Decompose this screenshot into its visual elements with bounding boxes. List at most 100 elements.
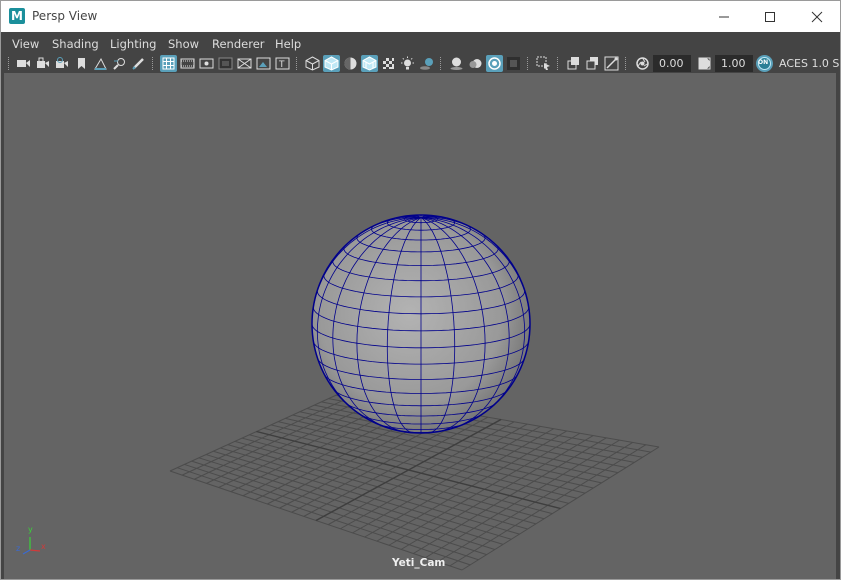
depth-of-field-button[interactable] <box>505 55 522 72</box>
two-d-pan-zoom-button[interactable] <box>111 55 128 72</box>
toolbar-separator <box>527 57 529 70</box>
xray-joints-icon <box>604 56 619 71</box>
toolbar-separator <box>152 57 154 70</box>
menu-renderer[interactable]: Renderer <box>212 37 265 51</box>
camera-name-label: Yeti_Cam <box>392 557 446 569</box>
xray-active-components-button[interactable] <box>584 55 601 72</box>
safe-title-button[interactable]: T <box>274 55 291 72</box>
wireframe-shaded-icon <box>362 56 377 71</box>
bookmark-button[interactable] <box>73 55 90 72</box>
wireframe-cube-icon <box>305 56 320 71</box>
checker-texture-icon <box>383 58 394 69</box>
xray-icon <box>567 57 579 70</box>
view-axis-indicator <box>22 537 41 555</box>
axis-z-line <box>22 549 31 555</box>
select-camera-button[interactable] <box>15 55 32 72</box>
gamma-icon <box>698 57 711 70</box>
grid-toggle-button[interactable] <box>160 55 177 72</box>
shadows-button[interactable] <box>418 55 435 72</box>
menu-bar: View Shading Lighting Show Renderer Help <box>1 32 840 54</box>
poly-sphere-mesh[interactable] <box>311 214 531 434</box>
minimize-button[interactable] <box>701 1 747 32</box>
shadow-icon <box>420 58 433 70</box>
pan-zoom-icon <box>113 58 125 70</box>
toolbar-separator <box>625 57 627 70</box>
svg-text:T: T <box>278 60 285 70</box>
menu-lighting[interactable]: Lighting <box>110 37 156 51</box>
maximize-icon <box>765 12 775 22</box>
axis-x-line <box>29 549 41 552</box>
axis-label-x: x <box>41 542 46 551</box>
xray-button[interactable] <box>565 55 582 72</box>
window-title: Persp View <box>32 9 98 23</box>
panel-toolbar: T 0.00 1.00 ON ACES 1.0 S <box>1 54 840 73</box>
film-gate-button[interactable] <box>179 55 196 72</box>
title-bar[interactable]: M Persp View <box>1 1 840 32</box>
menu-show[interactable]: Show <box>168 37 199 51</box>
close-button[interactable] <box>794 1 840 32</box>
toolbar-separator <box>296 57 298 70</box>
panel-border <box>836 73 840 579</box>
motion-blur-button[interactable] <box>467 55 484 72</box>
field-chart-icon <box>237 58 252 69</box>
light-bulb-icon <box>401 56 414 70</box>
motion-blur-icon <box>469 59 482 68</box>
maya-logo-icon: M <box>9 8 25 24</box>
safe-action-icon <box>256 57 271 70</box>
resolution-gate-icon <box>199 58 214 69</box>
color-space-label[interactable]: ACES 1.0 SDR-video <box>779 57 840 70</box>
color-management-toggle[interactable]: ON <box>756 55 773 72</box>
gate-mask-icon <box>218 57 233 70</box>
scene-canvas <box>22 214 660 571</box>
grid-icon <box>162 57 175 70</box>
toolbar-separator <box>8 57 10 70</box>
ambient-occlusion-icon <box>450 57 463 70</box>
default-material-button[interactable] <box>342 55 359 72</box>
wireframe-on-shaded-button[interactable] <box>361 55 378 72</box>
camera-attributes-button[interactable] <box>34 55 51 72</box>
isolate-select-button[interactable] <box>535 55 552 72</box>
safe-action-button[interactable] <box>255 55 272 72</box>
textured-button[interactable] <box>380 55 397 72</box>
axis-label-y: y <box>28 525 33 534</box>
toolbar-separator <box>557 57 559 70</box>
anti-aliasing-button[interactable] <box>486 55 503 72</box>
shaded-cube-icon <box>324 56 339 71</box>
camera-lock-icon <box>37 57 49 68</box>
xray-joints-button[interactable] <box>603 55 620 72</box>
menu-view[interactable]: View <box>12 37 39 51</box>
exposure-field[interactable]: 0.00 <box>653 55 691 72</box>
camera-bookmark-button[interactable] <box>53 55 70 72</box>
image-plane-button[interactable] <box>92 55 109 72</box>
gamma-button[interactable] <box>696 55 713 72</box>
gamma-field[interactable]: 1.00 <box>715 55 753 72</box>
persp-view-window: M Persp View View Shading Lighting Show … <box>0 0 841 580</box>
exposure-button[interactable] <box>634 55 651 72</box>
image-plane-icon <box>94 57 107 70</box>
use-all-lights-button[interactable] <box>399 55 416 72</box>
maximize-button[interactable] <box>747 1 793 32</box>
xray-components-icon <box>586 57 598 70</box>
depth-of-field-icon <box>507 57 520 70</box>
safe-title-icon: T <box>275 57 290 70</box>
resolution-gate-button[interactable] <box>198 55 215 72</box>
aperture-icon <box>636 57 649 70</box>
menu-help[interactable]: Help <box>275 37 301 51</box>
gate-mask-button[interactable] <box>217 55 234 72</box>
axis-label-z: z <box>16 544 21 553</box>
screen-space-ao-button[interactable] <box>448 55 465 72</box>
menu-shading[interactable]: Shading <box>52 37 99 51</box>
field-chart-button[interactable] <box>236 55 253 72</box>
viewport-3d[interactable]: Yeti_Cam y x z <box>4 73 836 579</box>
camera-icon <box>17 60 30 67</box>
camera-settings-icon <box>56 57 68 68</box>
smooth-shade-button[interactable] <box>323 55 340 72</box>
toolbar-separator <box>440 57 442 70</box>
anti-aliasing-icon <box>488 57 501 70</box>
pencil-icon <box>132 58 144 70</box>
wireframe-button[interactable] <box>304 55 321 72</box>
minimize-icon <box>719 16 729 18</box>
bookmark-icon <box>78 58 85 69</box>
close-icon <box>811 11 823 23</box>
grease-pencil-button[interactable] <box>130 55 147 72</box>
